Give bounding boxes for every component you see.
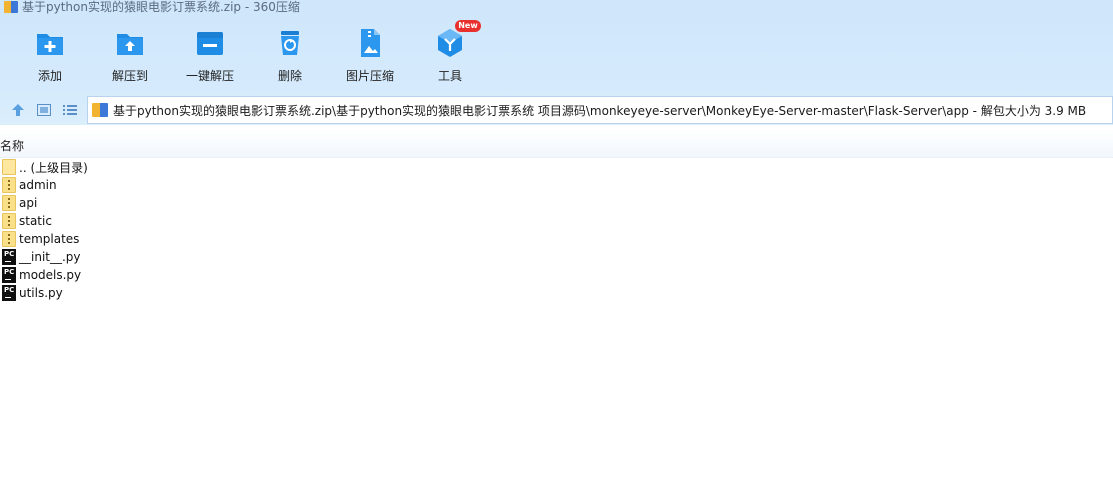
list-item-folder[interactable]: api (0, 194, 1113, 212)
archive-app-icon (4, 1, 18, 13)
tools-button[interactable]: New 工具 (415, 20, 485, 86)
window-title: 基于python实现的猿眼电影订票系统.zip - 360压缩 (22, 0, 300, 14)
image-compress-icon (361, 29, 380, 57)
list-item-folder[interactable]: templates (0, 230, 1113, 248)
list-item-folder[interactable]: static (0, 212, 1113, 230)
one-click-extract-label: 一键解压 (185, 69, 234, 83)
list-view-icon (63, 105, 77, 115)
pycharm-file-icon (2, 285, 16, 301)
file-list: .. (上级目录) admin api static templates __i… (0, 158, 1113, 302)
list-item-folder[interactable]: admin (0, 176, 1113, 194)
zip-folder-icon (2, 231, 16, 247)
one-click-extract-button[interactable]: 一键解压 (175, 26, 245, 86)
list-item-file[interactable]: utils.py (0, 284, 1113, 302)
up-level-button[interactable] (8, 100, 28, 120)
item-name: static (19, 214, 52, 228)
zip-folder-icon (2, 195, 16, 211)
archive-file-icon (92, 103, 108, 117)
extract-to-button[interactable]: 解压到 (95, 26, 165, 86)
one-click-extract-icon (197, 32, 223, 55)
list-view-button[interactable] (60, 100, 80, 120)
item-name: models.py (19, 268, 82, 282)
item-name: api (19, 196, 38, 210)
item-name: __init__.py (19, 250, 81, 264)
zip-folder-icon (2, 213, 16, 229)
folder-icon (2, 159, 16, 175)
extract-to-icon (117, 34, 143, 55)
item-name: templates (19, 232, 80, 246)
tools-icon-wrap: New (433, 20, 481, 60)
add-label: 添加 (37, 69, 62, 83)
item-name: admin (19, 178, 57, 192)
tools-label: 工具 (437, 69, 462, 83)
delete-label: 删除 (277, 69, 302, 83)
image-compress-button[interactable]: 图片压缩 (335, 26, 405, 86)
toolbar: 添加 解压到 一键解压 删除 图片压缩 New 工具 (0, 20, 500, 86)
thumbnail-view-icon (37, 104, 51, 116)
pycharm-file-icon (2, 249, 16, 265)
arrow-up-icon (12, 104, 24, 116)
list-header: 名称 (0, 130, 1113, 158)
image-compress-label: 图片压缩 (345, 69, 394, 83)
navigation-row: 基于python实现的猿眼电影订票系统.zip\基于python实现的猿眼电影订… (0, 96, 1113, 124)
column-header-name[interactable]: 名称 (0, 137, 24, 154)
top-panel: 基于python实现的猿眼电影订票系统.zip - 360压缩 添加 解压到 一… (0, 0, 1113, 125)
delete-icon (281, 31, 299, 55)
list-item-parent-dir[interactable]: .. (上级目录) (0, 158, 1113, 176)
item-name: utils.py (19, 286, 63, 300)
thumbnail-view-button[interactable] (34, 100, 54, 120)
item-name: .. (上级目录) (19, 160, 88, 175)
add-icon (37, 34, 63, 55)
zip-folder-icon (2, 177, 16, 193)
address-bar[interactable]: 基于python实现的猿眼电影订票系统.zip\基于python实现的猿眼电影订… (87, 96, 1113, 124)
extract-to-label: 解压到 (111, 69, 148, 83)
address-path: 基于python实现的猿眼电影订票系统.zip\基于python实现的猿眼电影订… (113, 103, 1087, 118)
app-window: 基于python实现的猿眼电影订票系统.zip - 360压缩 添加 解压到 一… (0, 0, 1113, 483)
add-button[interactable]: 添加 (15, 26, 85, 86)
delete-button[interactable]: 删除 (255, 26, 325, 86)
list-item-file[interactable]: __init__.py (0, 248, 1113, 266)
new-badge: New (455, 20, 481, 32)
pycharm-file-icon (2, 267, 16, 283)
title-bar: 基于python实现的猿眼电影订票系统.zip - 360压缩 (0, 0, 1113, 14)
list-item-file[interactable]: models.py (0, 266, 1113, 284)
